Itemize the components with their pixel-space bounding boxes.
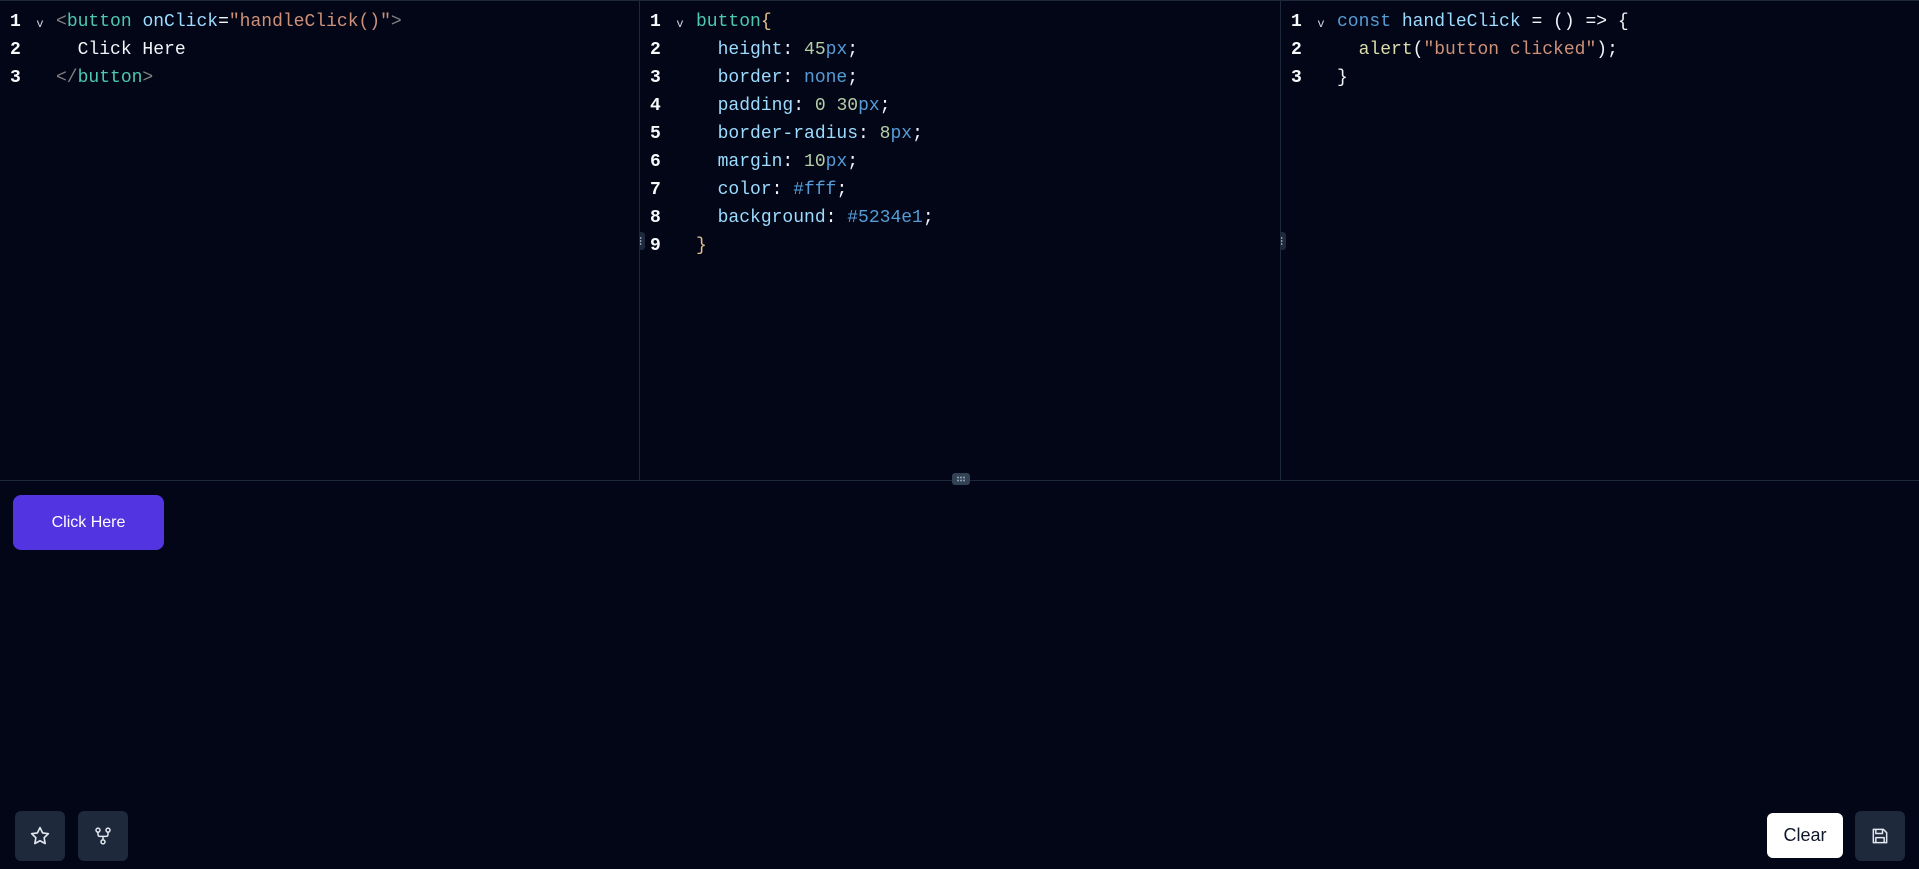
css-number: 45	[804, 40, 826, 60]
line-number: 6	[650, 152, 661, 172]
fold-chevron-icon[interactable]: v	[34, 6, 46, 38]
paren-open: (	[1412, 40, 1424, 60]
vertical-resize-handle[interactable]	[640, 232, 645, 250]
code-line: 1 v button{	[640, 8, 1280, 36]
line-number: 9	[650, 236, 661, 256]
keyword: const	[1337, 12, 1392, 32]
css-unit: px	[858, 96, 880, 116]
css-selector: button	[696, 12, 761, 32]
tag-open-bracket: <	[56, 12, 67, 32]
line-number: 2	[1291, 40, 1302, 60]
star-icon	[30, 826, 50, 845]
line-number: 3	[10, 68, 21, 88]
editor-panels: 1 v < button onClick = "handleClick()" > 2 C…	[0, 1, 1919, 480]
css-code[interactable]: 1 v button{ 2 height: 45 px; 3 border: non…	[640, 1, 1280, 260]
css-keyword: none	[804, 68, 848, 88]
css-number: 10	[804, 152, 826, 172]
line-number: 4	[650, 96, 661, 116]
vertical-resize-handle[interactable]	[1281, 232, 1286, 250]
tag-close-bracket: >	[390, 12, 402, 32]
fold-chevron-icon[interactable]: v	[1315, 6, 1327, 38]
fork-icon	[95, 827, 111, 845]
code-line: 1 v const handleClick = () => {	[1281, 8, 1919, 36]
line-number: 1	[650, 12, 661, 32]
line-number: 5	[650, 124, 661, 144]
code-line: 1 v < button onClick = "handleClick()" >	[0, 8, 639, 36]
code-line: 4 padding: 0 30 px;	[640, 92, 1280, 120]
css-editor[interactable]: 1 v button{ 2 height: 45 px; 3 border: non…	[639, 1, 1280, 480]
line-number: 2	[10, 40, 21, 60]
fold-chevron-icon[interactable]: v	[674, 6, 686, 38]
code-line: 5 border-radius: 8 px;	[640, 120, 1280, 148]
line-number: 7	[650, 180, 661, 200]
line-number: 1	[10, 12, 21, 32]
close-brace: }	[696, 236, 707, 256]
line-number: 3	[650, 68, 661, 88]
code-line: 8 background: #5234e1;	[640, 204, 1280, 232]
open-brace: {	[760, 12, 772, 32]
css-unit: px	[890, 124, 913, 144]
grip-icon	[1281, 237, 1283, 245]
save-button[interactable]	[1855, 811, 1905, 861]
code-line: 2 Click Here	[0, 36, 639, 64]
attr-value: "handleClick()"	[228, 12, 391, 32]
code-line: 6 margin: 10 px;	[640, 148, 1280, 176]
css-unit: px	[825, 40, 848, 60]
css-property: color	[717, 180, 772, 200]
css-property: height	[717, 40, 783, 60]
js-editor[interactable]: 1 v const handleClick = () => { 2 alert(…	[1280, 1, 1919, 480]
line-number: 1	[1291, 12, 1302, 32]
code-line: 3 }	[1281, 64, 1919, 92]
css-number: 0 30	[814, 96, 859, 116]
code-line: 3 border: none;	[640, 64, 1280, 92]
line-number: 3	[1291, 68, 1302, 88]
tag-name: button	[66, 12, 132, 32]
star-button[interactable]	[15, 811, 65, 861]
code-line: 7 color: #fff;	[640, 176, 1280, 204]
code-line: 3 </button >	[0, 64, 639, 92]
html-code[interactable]: 1 v < button onClick = "handleClick()" > 2 C…	[0, 1, 639, 92]
code-line: 2 height: 45 px;	[640, 36, 1280, 64]
tag-close-bracket: >	[142, 68, 154, 88]
tag-open-bracket: </	[56, 68, 78, 88]
css-property: border	[717, 68, 783, 88]
html-editor[interactable]: 1 v < button onClick = "handleClick()" > 2 C…	[0, 1, 639, 480]
attr-name: onClick	[142, 12, 219, 32]
css-property: padding	[717, 96, 794, 116]
arrow-signature: = () => {	[1520, 12, 1629, 32]
code-line: 9 }	[640, 232, 1280, 260]
call-name: alert	[1358, 40, 1413, 60]
css-property: margin	[717, 152, 783, 172]
code-line: 2 alert("button clicked");	[1281, 36, 1919, 64]
attr-eq: =	[218, 12, 229, 32]
tag-name: button	[77, 68, 143, 88]
grip-icon	[640, 237, 642, 245]
css-keyword: #fff	[793, 180, 837, 200]
preview-pane: Click Here	[0, 481, 1919, 869]
fork-button[interactable]	[78, 811, 128, 861]
clear-button[interactable]: Clear	[1767, 813, 1843, 858]
preview-click-here-button[interactable]: Click Here	[13, 495, 164, 550]
save-icon	[1872, 828, 1888, 844]
function-name: handleClick	[1401, 12, 1521, 32]
js-code[interactable]: 1 v const handleClick = () => { 2 alert(…	[1281, 1, 1919, 92]
line-number: 8	[650, 208, 661, 228]
css-property: border-radius	[717, 124, 859, 144]
css-unit: px	[825, 152, 848, 172]
text-content: Click Here	[77, 40, 186, 60]
css-keyword: #5234e1	[847, 208, 923, 228]
css-number: 8	[879, 124, 891, 144]
close-brace: }	[1337, 68, 1348, 88]
paren-close: );	[1596, 40, 1618, 60]
line-number: 2	[650, 40, 661, 60]
css-property: background	[717, 208, 826, 228]
string-literal: "button clicked"	[1423, 40, 1597, 60]
